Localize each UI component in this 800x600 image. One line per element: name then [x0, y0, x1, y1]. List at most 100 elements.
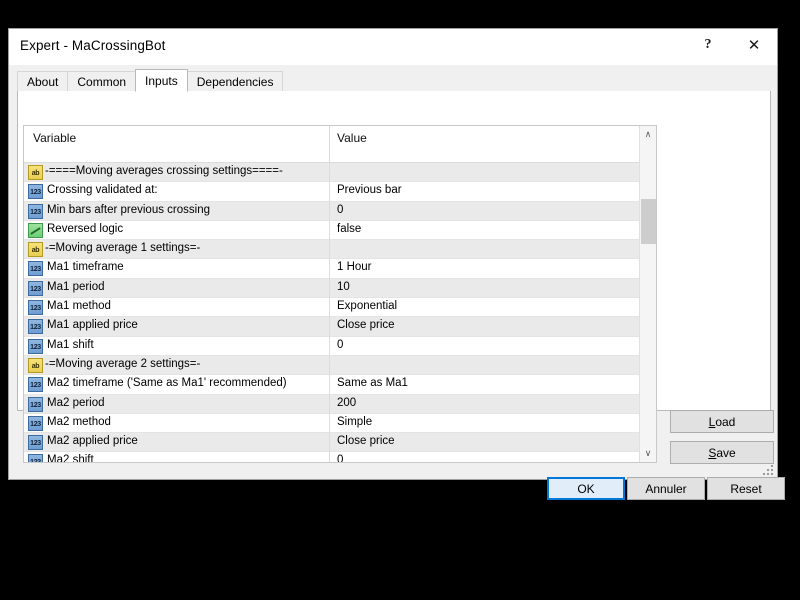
- row-variable-name: Reversed logic: [47, 222, 124, 235]
- row-value[interactable]: Simple: [337, 416, 372, 428]
- column-header-value[interactable]: Value: [337, 131, 367, 145]
- row-variable-name: Ma1 applied price: [47, 319, 138, 332]
- resize-grip-dot: [767, 469, 769, 471]
- row-column-divider: [329, 355, 330, 376]
- row-column-divider: [329, 433, 330, 453]
- table-row[interactable]: 123 Ma2 method Simple: [24, 413, 656, 434]
- scroll-down-icon[interactable]: ∨: [640, 445, 656, 462]
- table-row[interactable]: 123 Ma1 shift 0: [24, 336, 656, 356]
- reset-button[interactable]: Reset: [707, 477, 785, 500]
- table-row[interactable]: Reversed logic false: [24, 220, 656, 241]
- row-variable-name: Ma1 shift: [47, 338, 94, 351]
- scroll-up-icon[interactable]: ∧: [640, 126, 656, 143]
- number-icon: 123: [28, 319, 43, 335]
- row-variable-name: Ma2 timeframe ('Same as Ma1' recommended…: [47, 377, 287, 390]
- expert-properties-dialog: Expert - MaCrossingBot ? ✕ About Common In…: [8, 28, 785, 500]
- row-variable-name: Ma2 period: [47, 396, 105, 409]
- row-column-divider: [329, 394, 330, 414]
- resize-grip-dot: [771, 465, 773, 467]
- row-column-divider: [329, 278, 330, 299]
- question-mark-icon: ?: [704, 37, 712, 52]
- grid-scrollbar[interactable]: ∧ ∨: [639, 126, 656, 462]
- row-variable-name: Min bars after previous crossing: [47, 203, 210, 216]
- row-column-divider: [329, 182, 330, 202]
- row-column-divider: [329, 240, 330, 260]
- tab-inputs[interactable]: Inputs: [135, 69, 188, 92]
- row-variable-name: Crossing validated at:: [47, 184, 158, 197]
- number-icon: 123: [28, 184, 43, 200]
- number-icon: 123: [28, 435, 43, 451]
- table-row[interactable]: ab -=Moving average 2 settings=-: [24, 355, 656, 376]
- grid-header: Variable Value: [24, 126, 656, 163]
- help-button[interactable]: ?: [685, 29, 731, 61]
- row-value[interactable]: 10: [337, 281, 350, 293]
- string-icon: ab: [28, 242, 43, 258]
- number-icon: 123: [28, 415, 43, 431]
- number-icon: 123: [28, 300, 43, 316]
- scrollbar-thumb[interactable]: [641, 199, 656, 244]
- window-title: Expert - MaCrossingBot: [20, 38, 166, 53]
- header-column-divider: [329, 126, 330, 163]
- close-icon: ✕: [747, 36, 761, 54]
- load-button[interactable]: Load: [670, 410, 774, 433]
- row-value[interactable]: 0: [337, 339, 343, 351]
- grid-body: ab -====Moving averages crossing settings…: [24, 163, 656, 462]
- inputs-grid: Variable Value ab -====Moving averages cr…: [23, 125, 657, 463]
- tab-about[interactable]: About: [17, 71, 69, 92]
- resize-grip-dot: [771, 473, 773, 475]
- table-row[interactable]: 123 Ma2 timeframe ('Same as Ma1' recommen…: [24, 375, 656, 395]
- row-value[interactable]: Previous bar: [337, 184, 402, 196]
- row-value[interactable]: false: [337, 223, 361, 235]
- tab-dependencies[interactable]: Dependencies: [186, 71, 284, 92]
- table-row[interactable]: 123 Ma1 period 10: [24, 278, 656, 299]
- row-variable-name: Ma2 applied price: [47, 435, 138, 448]
- row-value[interactable]: 0: [337, 454, 343, 462]
- table-row[interactable]: 123 Ma2 period 200: [24, 394, 656, 414]
- save-button-label: ave: [716, 445, 736, 460]
- row-variable-name: Ma1 method: [47, 300, 111, 313]
- save-button[interactable]: Save: [670, 441, 774, 464]
- tab-common[interactable]: Common: [67, 71, 137, 92]
- table-row[interactable]: 123 Ma1 applied price Close price: [24, 317, 656, 337]
- table-row[interactable]: 123 Ma1 timeframe 1 Hour: [24, 259, 656, 279]
- row-column-divider: [329, 201, 330, 221]
- resize-grip-dot: [763, 473, 765, 475]
- resize-grip-dot: [767, 473, 769, 475]
- table-row[interactable]: 123 Min bars after previous crossing 0: [24, 201, 656, 221]
- row-column-divider: [329, 298, 330, 318]
- table-row[interactable]: 123 Ma2 applied price Close price: [24, 433, 656, 453]
- row-column-divider: [329, 259, 330, 279]
- table-row[interactable]: 123 Crossing validated at: Previous bar: [24, 182, 656, 202]
- title-bar: Expert - MaCrossingBot ? ✕: [9, 29, 777, 65]
- row-variable-name: Ma1 timeframe: [47, 261, 124, 274]
- row-column-divider: [329, 375, 330, 395]
- number-icon: 123: [28, 396, 43, 412]
- row-value[interactable]: Close price: [337, 435, 395, 447]
- table-row[interactable]: 123 Ma2 shift 0: [24, 452, 656, 463]
- row-value[interactable]: Close price: [337, 319, 395, 331]
- close-button[interactable]: ✕: [731, 29, 777, 61]
- row-column-divider: [329, 452, 330, 462]
- row-value[interactable]: Exponential: [337, 300, 397, 312]
- row-variable-name: -=Moving average 1 settings=-: [45, 242, 201, 255]
- ok-button[interactable]: OK: [547, 477, 625, 500]
- column-header-variable[interactable]: Variable: [33, 131, 76, 145]
- table-row[interactable]: ab -====Moving averages crossing settings…: [24, 163, 656, 183]
- table-row[interactable]: ab -=Moving average 1 settings=-: [24, 240, 656, 260]
- row-column-divider: [329, 220, 330, 241]
- row-variable-name: Ma2 shift: [47, 454, 94, 463]
- row-value[interactable]: 200: [337, 397, 356, 409]
- row-column-divider: [329, 413, 330, 434]
- row-column-divider: [329, 336, 330, 356]
- row-variable-name: -=Moving average 2 settings=-: [45, 357, 201, 370]
- string-icon: ab: [28, 165, 43, 180]
- row-value[interactable]: 1 Hour: [337, 261, 372, 273]
- row-value[interactable]: Same as Ma1: [337, 377, 408, 389]
- cancel-button[interactable]: Annuler: [627, 477, 705, 500]
- row-value[interactable]: 0: [337, 204, 343, 216]
- number-icon: 123: [28, 261, 43, 277]
- resize-grip-dot: [771, 469, 773, 471]
- table-row[interactable]: 123 Ma1 method Exponential: [24, 298, 656, 318]
- tab-strip: About Common Inputs Dependencies: [17, 69, 771, 92]
- resize-grip[interactable]: [763, 465, 775, 477]
